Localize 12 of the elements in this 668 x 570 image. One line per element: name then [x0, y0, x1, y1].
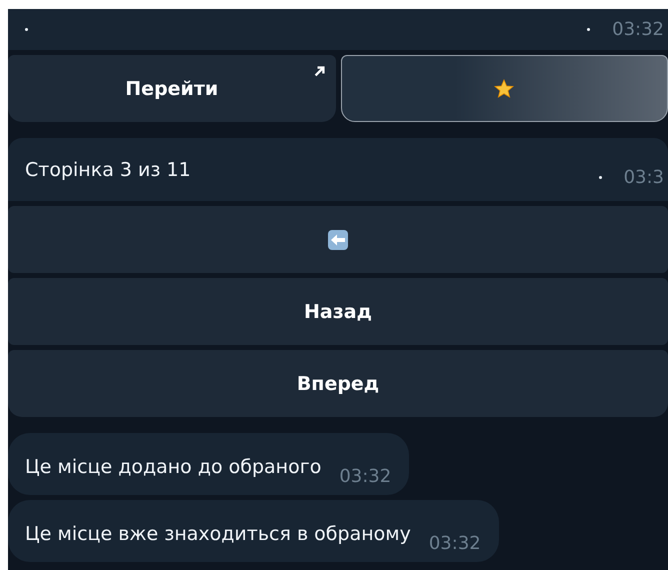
message-text: Сторінка 3 из 11: [25, 158, 191, 180]
star-icon: [492, 76, 516, 100]
message-time: 03:32: [612, 19, 664, 40]
keyboard-button[interactable]: Перейти: [8, 55, 336, 122]
message-time: 03:3: [624, 167, 664, 188]
message-time: 03:32: [428, 533, 481, 554]
keyboard-button[interactable]: Вперед: [8, 350, 668, 417]
message-text: Це місце додано до обраного: [25, 456, 322, 478]
message-text: Це місце вже знаходиться в обраному: [25, 523, 411, 545]
star-button[interactable]: [340, 55, 668, 122]
keyboard-button[interactable]: Назад: [8, 278, 668, 345]
message-time: 03:32: [339, 466, 392, 487]
